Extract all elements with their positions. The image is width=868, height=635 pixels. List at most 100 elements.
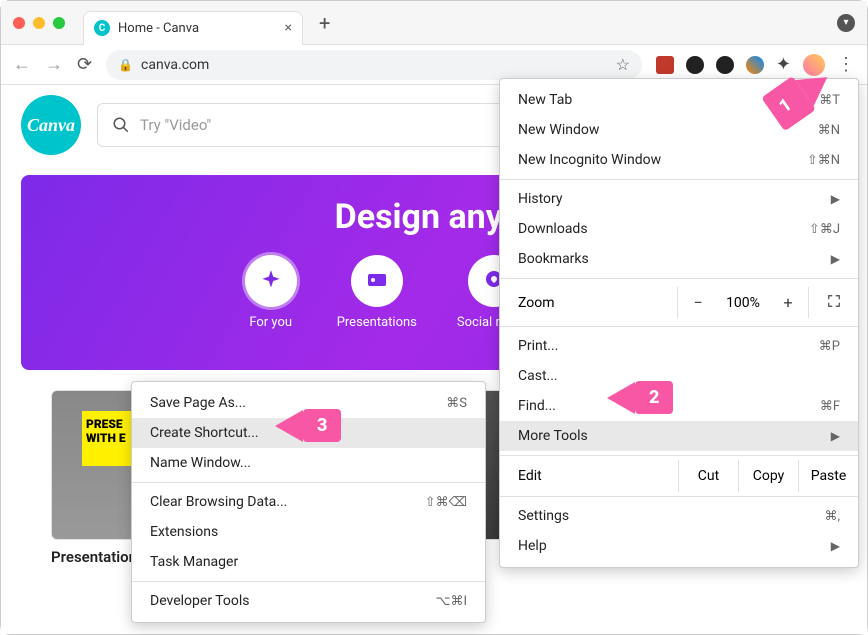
menu-edit-row: Edit Cut Copy Paste	[500, 460, 858, 492]
menu-shortcut: ⌘S	[446, 396, 467, 411]
sparkle-icon	[245, 255, 297, 307]
menu-new-incognito[interactable]: New Incognito Window ⇧⌘N	[500, 145, 858, 175]
chevron-right-icon: ▶	[831, 252, 840, 266]
menu-label: Developer Tools	[150, 593, 250, 609]
menu-label: History	[518, 191, 563, 207]
forward-icon: →	[45, 54, 63, 75]
arrow-icon	[275, 410, 303, 442]
tab-favicon: C	[94, 20, 110, 36]
tab-overflow-icon[interactable]: ▾	[837, 14, 855, 32]
menu-label: Clear Browsing Data...	[150, 494, 287, 510]
edit-paste-button[interactable]: Paste	[798, 460, 858, 492]
menu-new-window[interactable]: New Window ⌘N	[500, 115, 858, 145]
minimize-window-button[interactable]	[33, 17, 45, 29]
address-bar[interactable]: 🔒 canva.com ☆	[106, 50, 642, 80]
extension-icon[interactable]	[746, 56, 764, 74]
edit-cut-button[interactable]: Cut	[678, 460, 738, 492]
lock-icon[interactable]: 🔒	[118, 58, 133, 72]
menu-print[interactable]: Print... ⌘P	[500, 331, 858, 361]
zoom-in-button[interactable]: +	[768, 287, 808, 318]
menu-settings[interactable]: Settings ⌘,	[500, 501, 858, 531]
menu-label: New Window	[518, 122, 599, 138]
menu-label: Extensions	[150, 524, 218, 540]
menu-label: Name Window...	[150, 455, 251, 471]
close-tab-icon[interactable]: ×	[285, 20, 292, 36]
menu-find[interactable]: Find... ⌘F	[500, 391, 858, 421]
menu-more-tools[interactable]: More Tools ▶	[500, 421, 858, 451]
tab-title: Home - Canva	[118, 21, 277, 36]
annotation-callout-3: 3	[275, 409, 341, 442]
back-icon[interactable]: ←	[13, 54, 31, 75]
extension-icon[interactable]	[656, 56, 674, 74]
menu-label: Settings	[518, 508, 569, 524]
menu-label: Save Page As...	[150, 395, 246, 411]
menu-label: Print...	[518, 338, 558, 354]
zoom-value: 100%	[718, 295, 768, 311]
menu-help[interactable]: Help ▶	[500, 531, 858, 561]
menu-shortcut: ⌥⌘I	[435, 594, 467, 609]
menu-label: Edit	[500, 460, 678, 492]
menu-label: Zoom	[500, 295, 677, 311]
menu-shortcut: ⇧⌘N	[807, 153, 840, 168]
presentation-icon	[351, 255, 403, 307]
category-label: Presentations	[337, 315, 417, 330]
bookmark-star-icon[interactable]: ☆	[616, 55, 630, 74]
url-text: canva.com	[141, 57, 608, 73]
menu-shortcut: ⌘F	[820, 399, 840, 414]
menu-label: Bookmarks	[518, 251, 589, 267]
extension-icon[interactable]	[716, 56, 734, 74]
menu-label: New Tab	[518, 92, 572, 108]
extensions-puzzle-icon[interactable]: ✦	[776, 54, 791, 75]
menu-shortcut: ⌘,	[824, 509, 840, 524]
menu-label: Help	[518, 538, 547, 554]
category-presentations[interactable]: Presentations	[337, 255, 417, 330]
edit-copy-button[interactable]: Copy	[738, 460, 798, 492]
reload-icon[interactable]: ⟳	[77, 54, 92, 75]
menu-label: Find...	[518, 398, 556, 414]
submenu-extensions[interactable]: Extensions	[132, 517, 485, 547]
callout-number: 2	[635, 381, 673, 414]
submenu-task-manager[interactable]: Task Manager	[132, 547, 485, 577]
close-window-button[interactable]	[13, 17, 25, 29]
menu-label: Create Shortcut...	[150, 425, 259, 441]
chrome-main-menu: New Tab ⌘T New Window ⌘N New Incognito W…	[499, 78, 859, 568]
menu-label: Downloads	[518, 221, 588, 237]
pocket-icon[interactable]	[686, 56, 704, 74]
zoom-out-button[interactable]: −	[678, 287, 718, 318]
category-label: For you	[249, 315, 292, 330]
window-controls	[13, 17, 65, 29]
chevron-right-icon: ▶	[831, 539, 840, 553]
maximize-window-button[interactable]	[53, 17, 65, 29]
fullscreen-button[interactable]	[808, 287, 858, 318]
category-for-you[interactable]: For you	[245, 255, 297, 330]
menu-downloads[interactable]: Downloads ⇧⌘J	[500, 214, 858, 244]
menu-label: Task Manager	[150, 554, 238, 570]
menu-bookmarks[interactable]: Bookmarks ▶	[500, 244, 858, 274]
menu-shortcut: ⌘P	[819, 339, 840, 354]
arrow-icon	[607, 382, 635, 414]
submenu-clear-browsing-data[interactable]: Clear Browsing Data... ⇧⌘⌫	[132, 487, 485, 517]
fullscreen-icon	[827, 294, 841, 308]
menu-zoom: Zoom − 100% +	[500, 283, 858, 322]
chrome-menu-button[interactable]: ⋮	[837, 54, 855, 75]
menu-history[interactable]: History ▶	[500, 184, 858, 214]
search-placeholder: Try "Video"	[140, 116, 211, 134]
window-titlebar: C Home - Canva × + ▾	[1, 1, 867, 45]
menu-label: Cast...	[518, 368, 558, 384]
canva-logo[interactable]: Canva	[21, 95, 81, 155]
new-tab-button[interactable]: +	[319, 11, 330, 35]
callout-number: 3	[303, 409, 341, 442]
menu-shortcut: ⌘N	[818, 123, 840, 138]
search-icon	[112, 116, 130, 134]
menu-label: New Incognito Window	[518, 152, 661, 168]
menu-shortcut: ⇧⌘⌫	[425, 495, 467, 510]
chevron-right-icon: ▶	[831, 192, 840, 206]
submenu-developer-tools[interactable]: Developer Tools ⌥⌘I	[132, 586, 485, 616]
extension-icons: ✦ ⋮	[656, 54, 855, 76]
submenu-name-window[interactable]: Name Window...	[132, 448, 485, 478]
menu-shortcut: ⇧⌘J	[809, 222, 840, 237]
menu-label: More Tools	[518, 428, 588, 444]
menu-cast[interactable]: Cast...	[500, 361, 858, 391]
chevron-right-icon: ▶	[831, 429, 840, 443]
browser-tab[interactable]: C Home - Canva ×	[83, 11, 303, 45]
